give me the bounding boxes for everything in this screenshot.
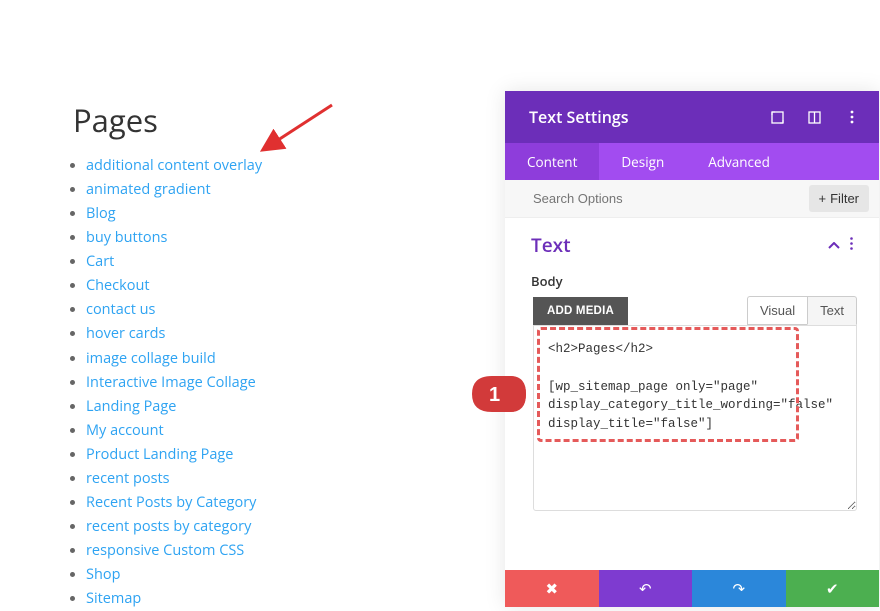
list-item: Landing Page	[86, 395, 262, 419]
tab-design[interactable]: Design	[599, 143, 686, 180]
page-link[interactable]: Shop	[86, 565, 120, 584]
filter-button[interactable]: + Filter	[809, 185, 869, 212]
list-item: Product Landing Page	[86, 443, 262, 467]
redo-button[interactable]: ↷	[692, 570, 786, 607]
search-input[interactable]	[533, 191, 809, 206]
page-link[interactable]: animated gradient	[86, 180, 211, 199]
annotation-arrow	[260, 100, 340, 160]
editor-tabs: Visual Text	[747, 296, 857, 325]
redo-icon: ↷	[732, 580, 745, 598]
settings-panel: Text Settings Content Design Advanced + …	[505, 91, 879, 607]
section-title: Text	[531, 232, 571, 258]
list-item: My account	[86, 419, 262, 443]
svg-text:1: 1	[489, 384, 500, 406]
page-link[interactable]: Blog	[86, 204, 116, 223]
page-link[interactable]: recent posts	[86, 469, 170, 488]
collapse-icon[interactable]	[828, 236, 840, 255]
page-link[interactable]: hover cards	[86, 324, 165, 343]
list-item: Shop	[86, 563, 262, 587]
page-link[interactable]: Interactive Image Collage	[86, 373, 256, 392]
expand-icon[interactable]	[770, 110, 785, 125]
list-item: Recent Posts by Category	[86, 491, 262, 515]
search-row: + Filter	[505, 180, 879, 218]
discard-button[interactable]: ✖	[505, 570, 599, 607]
tab-advanced[interactable]: Advanced	[686, 143, 792, 180]
list-item: hover cards	[86, 322, 262, 346]
list-item: Sitemap	[86, 587, 262, 611]
plus-icon: +	[819, 191, 827, 206]
editor-toolbar: ADD MEDIA Visual Text	[505, 296, 879, 325]
undo-button[interactable]: ↶	[599, 570, 693, 607]
columns-icon[interactable]	[807, 110, 822, 125]
filter-label: Filter	[830, 191, 859, 206]
kebab-menu-icon[interactable]	[844, 110, 859, 125]
list-item: contact us	[86, 298, 262, 322]
list-item: animated gradient	[86, 178, 262, 202]
section-kebab-icon[interactable]	[850, 236, 853, 255]
page-link[interactable]: Landing Page	[86, 397, 176, 416]
list-item: additional content overlay	[86, 154, 262, 178]
editor-tab-visual[interactable]: Visual	[747, 296, 807, 325]
list-item: recent posts	[86, 467, 262, 491]
page-link[interactable]: image collage build	[86, 349, 216, 368]
tab-content[interactable]: Content	[505, 143, 599, 180]
page-link[interactable]: contact us	[86, 300, 155, 319]
page-link[interactable]: responsive Custom CSS	[86, 541, 244, 560]
page-link[interactable]: buy buttons	[86, 228, 167, 247]
pages-list: additional content overlay animated gradi…	[86, 154, 262, 611]
list-item: Cart	[86, 250, 262, 274]
panel-footer-bar: ✖ ↶ ↷ ✔	[505, 570, 879, 607]
list-item: Checkout	[86, 274, 262, 298]
check-icon: ✔	[826, 580, 839, 598]
panel-title: Text Settings	[529, 106, 629, 128]
list-item: Interactive Image Collage	[86, 371, 262, 395]
list-item: Blog	[86, 202, 262, 226]
list-item: recent posts by category	[86, 515, 262, 539]
page-link[interactable]: additional content overlay	[86, 156, 262, 175]
page-link[interactable]: Cart	[86, 252, 114, 271]
page-link[interactable]: My account	[86, 421, 164, 440]
page-link[interactable]: Product Landing Page	[86, 445, 233, 464]
page-link[interactable]: Recent Posts by Category	[86, 493, 256, 512]
section-header: Text	[505, 218, 879, 262]
undo-icon: ↶	[639, 580, 652, 598]
list-item: buy buttons	[86, 226, 262, 250]
panel-tabs: Content Design Advanced	[505, 143, 879, 180]
list-item: image collage build	[86, 347, 262, 371]
page-link[interactable]: Checkout	[86, 276, 150, 295]
page-title: Pages	[73, 100, 158, 142]
panel-header-actions	[770, 110, 859, 125]
close-icon: ✖	[545, 580, 558, 598]
page-link[interactable]: Sitemap	[86, 589, 141, 608]
body-label: Body	[505, 262, 879, 296]
list-item: responsive Custom CSS	[86, 539, 262, 563]
add-media-button[interactable]: ADD MEDIA	[533, 297, 628, 325]
editor-textarea[interactable]: <h2>Pages</h2> [wp_sitemap_page only="pa…	[533, 325, 857, 511]
page-link[interactable]: recent posts by category	[86, 517, 251, 536]
editor-tab-text[interactable]: Text	[807, 296, 857, 325]
panel-header: Text Settings	[505, 91, 879, 143]
save-button[interactable]: ✔	[786, 570, 880, 607]
